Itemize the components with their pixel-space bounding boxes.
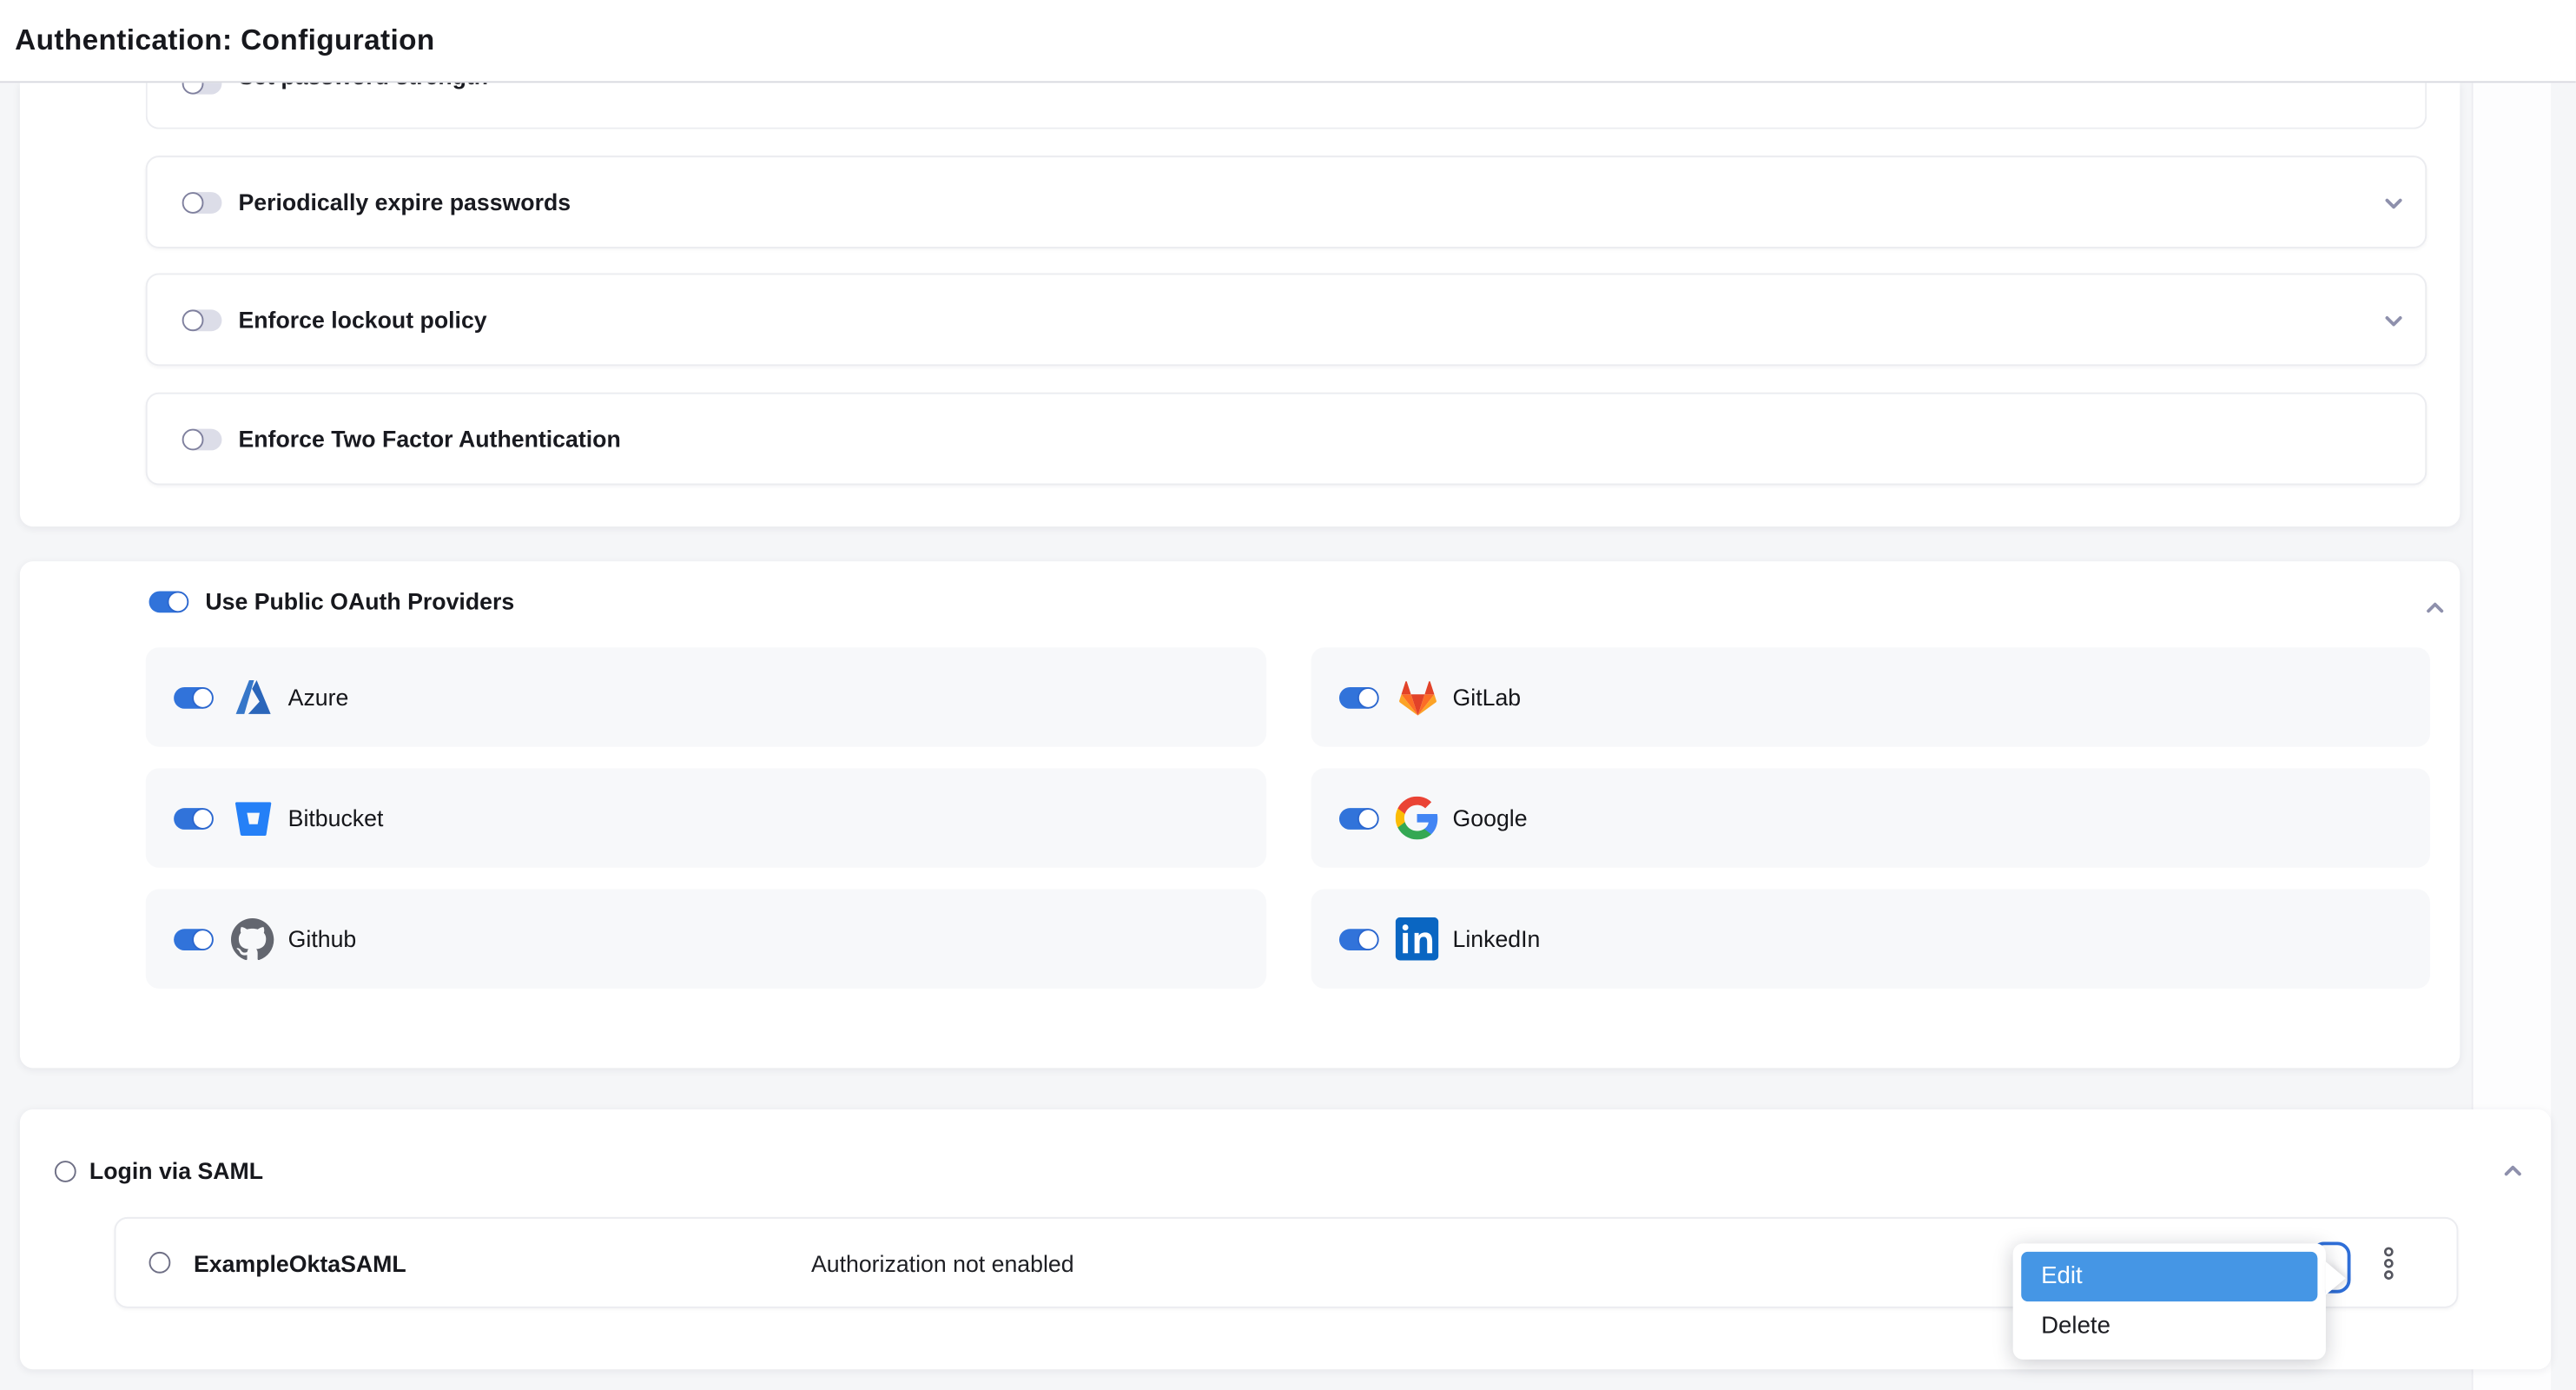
azure-icon xyxy=(230,675,274,719)
provider-name: Google xyxy=(1453,804,1528,831)
github-icon xyxy=(230,917,274,961)
chevron-down-icon[interactable] xyxy=(2382,192,2406,215)
chevron-up-icon[interactable] xyxy=(2423,596,2447,619)
policy-row-label: Periodically expire passwords xyxy=(238,189,571,215)
azure-toggle[interactable] xyxy=(174,686,212,708)
bitbucket-icon xyxy=(230,796,274,840)
menu-item-edit[interactable]: Edit xyxy=(2021,1252,2317,1301)
saml-entry-status: Authorization not enabled xyxy=(811,1249,1074,1275)
saml-section-header: Login via SAML xyxy=(55,1157,263,1183)
provider-name: Azure xyxy=(288,684,349,710)
policy-row-label: Enforce lockout policy xyxy=(238,307,486,333)
provider-row-linkedin: LinkedIn xyxy=(1311,890,2430,989)
expire-passwords-toggle[interactable] xyxy=(184,191,222,213)
menu-item-delete[interactable]: Delete xyxy=(2021,1301,2317,1351)
google-icon xyxy=(1395,796,1439,840)
context-menu-tail xyxy=(2326,1261,2346,1294)
auth-configuration-page: Set password strength Periodically expir… xyxy=(0,0,2576,1390)
oauth-section-header: Use Public OAuth Providers xyxy=(149,588,515,614)
page-header: Authentication: Configuration xyxy=(0,0,2576,83)
saml-card: Login via SAML ExampleOktaSAML Authoriza… xyxy=(20,1109,2551,1369)
clipped-policy-row[interactable]: Set password strength xyxy=(146,83,2427,129)
provider-name: GitLab xyxy=(1453,684,1522,710)
provider-name: Bitbucket xyxy=(288,804,384,831)
linkedin-toggle[interactable] xyxy=(1338,928,1377,950)
provider-row-google: Google xyxy=(1311,768,2430,867)
saml-section-title: Login via SAML xyxy=(89,1157,263,1183)
policy-row-expire-passwords[interactable]: Periodically expire passwords xyxy=(146,156,2427,248)
context-menu: Edit Delete xyxy=(2013,1243,2326,1359)
chevron-up-icon[interactable] xyxy=(2501,1159,2525,1182)
two-factor-toggle[interactable] xyxy=(184,428,222,450)
policy-row-label: Enforce Two Factor Authentication xyxy=(238,426,620,452)
clipped-policy-label: Set password strength xyxy=(238,83,735,94)
policy-row-two-factor[interactable]: Enforce Two Factor Authentication xyxy=(146,393,2427,486)
provider-name: Github xyxy=(288,925,357,951)
password-policy-card: Set password strength Periodically expir… xyxy=(20,83,2460,526)
oauth-master-toggle[interactable] xyxy=(149,590,188,612)
policy-row-lockout[interactable]: Enforce lockout policy xyxy=(146,273,2427,366)
provider-row-azure: Azure xyxy=(146,647,1265,746)
provider-row-gitlab: GitLab xyxy=(1311,647,2430,746)
oauth-section-title: Use Public OAuth Providers xyxy=(205,588,514,614)
provider-name: LinkedIn xyxy=(1453,925,1541,951)
saml-section-radio[interactable] xyxy=(55,1160,76,1182)
gitlab-icon xyxy=(1395,675,1439,719)
provider-row-github: Github xyxy=(146,890,1265,989)
github-toggle[interactable] xyxy=(174,928,212,950)
page-title: Authentication: Configuration xyxy=(15,23,435,58)
saml-entry-name: ExampleOktaSAML xyxy=(194,1249,406,1275)
kebab-menu-icon[interactable] xyxy=(2381,1245,2401,1285)
saml-entry-radio[interactable] xyxy=(149,1252,171,1274)
gitlab-toggle[interactable] xyxy=(1338,686,1377,708)
chevron-down-icon[interactable] xyxy=(2382,309,2406,333)
provider-row-bitbucket: Bitbucket xyxy=(146,768,1265,867)
lockout-toggle[interactable] xyxy=(184,308,222,330)
oauth-providers-card: Use Public OAuth Providers Azure xyxy=(20,561,2460,1068)
linkedin-icon xyxy=(1395,917,1439,961)
bitbucket-toggle[interactable] xyxy=(174,807,212,829)
provider-grid: Azure GitLab xyxy=(146,647,2430,989)
google-toggle[interactable] xyxy=(1338,807,1377,829)
